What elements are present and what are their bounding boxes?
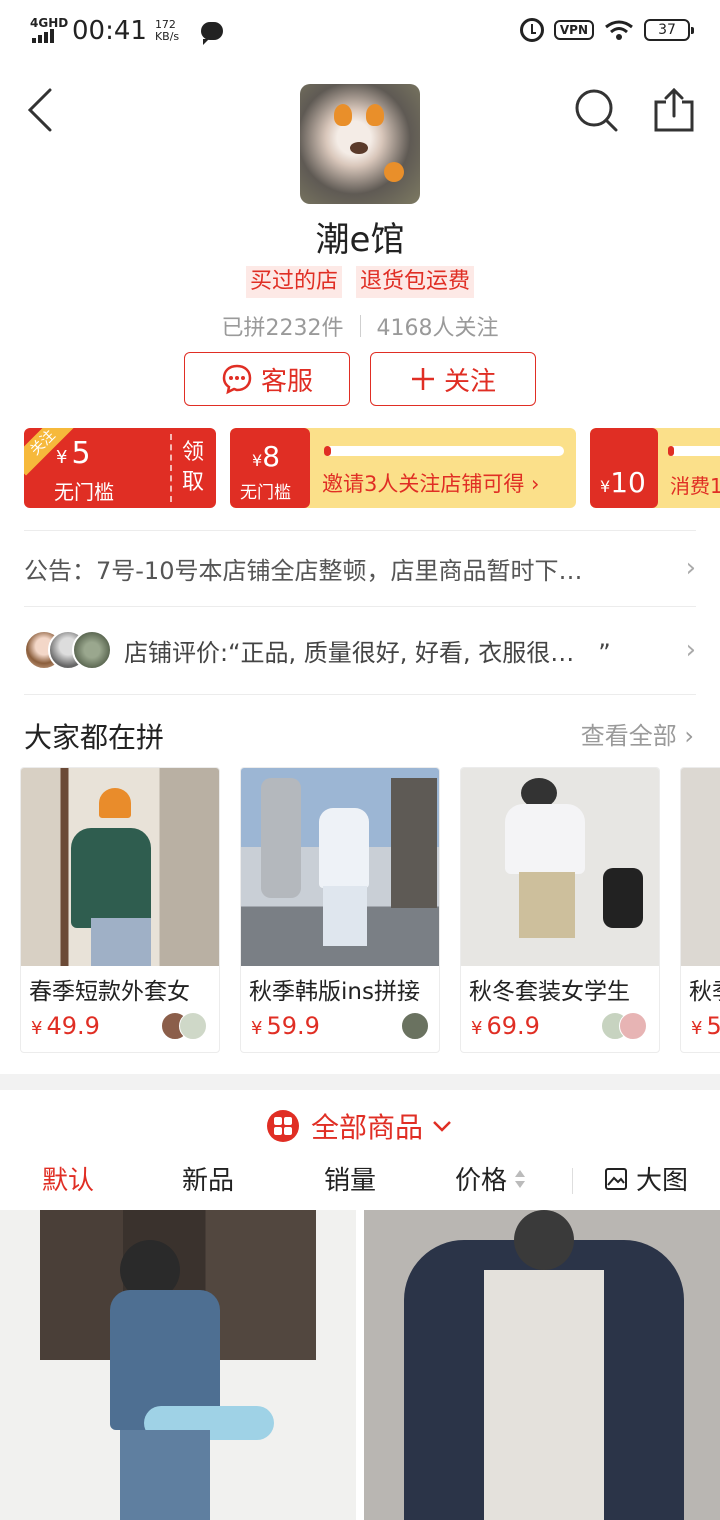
follow-label: 关注	[443, 366, 496, 397]
tab-sales[interactable]: 销量	[324, 1160, 376, 1197]
buyer-avatars	[601, 1012, 649, 1040]
follow-button[interactable]: 关注	[370, 352, 536, 406]
network-speed: 172 KB/s	[155, 19, 191, 43]
product-price: ¥49.9	[31, 1012, 100, 1040]
search-button[interactable]	[574, 88, 618, 132]
avatar	[72, 630, 112, 670]
clock: 00:41	[72, 16, 147, 46]
product-image	[681, 768, 720, 966]
shop-stats: 已拼2232件 4168人关注	[0, 310, 720, 342]
coupon-invite-8[interactable]: ¥8 无门槛 邀请3人关注店铺可得 ›	[230, 428, 576, 508]
claim-button[interactable]: 领取	[180, 438, 206, 498]
sort-arrows-icon	[515, 1169, 526, 1188]
group-buy-list: 春季短款外套女 ¥49.9 秋季韩版ins拼接 ¥59.9 秋冬套装女学生 ¥6…	[20, 767, 720, 1053]
product-grid	[0, 1210, 720, 1520]
product-title: 秋冬套装女学生	[469, 979, 630, 1005]
coupon-invite-text: 邀请3人关注店铺可得 ›	[322, 472, 540, 496]
product-image	[241, 768, 439, 966]
product-price: ¥5	[691, 1012, 720, 1040]
image-icon	[605, 1167, 627, 1190]
status-bar: 4GHD 00:41 172 KB/s VPN 37	[0, 0, 720, 64]
product-card[interactable]	[364, 1210, 720, 1520]
buyer-avatars	[161, 1012, 209, 1040]
customer-service-label: 客服	[260, 366, 313, 397]
shop-name: 潮e馆	[315, 220, 405, 260]
speed-unit: KB/s	[154, 30, 180, 43]
product-title: 秋季韩版ins拼接	[249, 979, 420, 1005]
battery-icon: 37	[644, 19, 694, 41]
tab-big-image-label: 大图	[636, 1166, 689, 1196]
group-buy-item[interactable]: 秋季韩版ins拼接 ¥59.9	[240, 767, 440, 1053]
sold-count: 已拼2232件	[221, 316, 344, 341]
product-image	[21, 768, 219, 966]
group-buy-item[interactable]: 春季短款外套女 ¥49.9	[20, 767, 220, 1053]
see-all-link[interactable]: 查看全部 ›	[581, 716, 694, 751]
coupon-amount: ¥10	[600, 466, 646, 499]
sort-tabs: 默认 新品 销量 价格 大图	[0, 1160, 720, 1204]
group-buy-item[interactable]: 秋季 ¥5	[680, 767, 720, 1053]
network-type: 4GHD	[30, 16, 69, 30]
coupon-list: 关注 ¥5 无门槛 领取 ¥8 无门槛 邀请3人关注店铺可得 › ¥10 消费1	[24, 428, 720, 508]
product-card[interactable]	[0, 1210, 356, 1520]
chevron-right-icon: ›	[685, 635, 696, 665]
vpn-icon: VPN	[553, 20, 594, 40]
shop-notice[interactable]: 公告：7号-10号本店铺全店整顿，店里商品暂时下… ›	[24, 548, 696, 588]
group-buy-title: 大家都在拼	[24, 721, 165, 754]
alarm-icon	[519, 18, 544, 42]
all-goods-label: 全部商品	[310, 1111, 423, 1144]
tab-big-image[interactable]: 大图	[604, 1160, 688, 1197]
coupon-progress-bar	[324, 446, 564, 456]
tag-free-return-shipping: 退货包运费	[356, 266, 475, 298]
product-title: 春季短款外套女	[29, 979, 190, 1005]
cellular-signal-icon: 4GHD	[30, 17, 68, 45]
product-image	[461, 768, 659, 966]
coupon-spend-10[interactable]: ¥10 消费1	[590, 428, 720, 508]
battery-level: 37	[658, 22, 676, 38]
coupon-desc: 无门槛	[54, 480, 114, 504]
coupon-desc: 无门槛	[240, 483, 291, 503]
shop-avatar[interactable]	[300, 84, 420, 204]
wifi-icon	[605, 20, 633, 40]
tag-purchased-store: 买过的店	[245, 266, 342, 298]
tab-price[interactable]: 价格	[455, 1160, 527, 1197]
shop-review[interactable]: 店铺评价:“正品, 质量很好, 好看, 衣服很… ” ›	[24, 628, 696, 672]
buyer-avatars	[381, 1012, 429, 1040]
chat-bubble-icon	[222, 364, 252, 395]
category-grid-icon	[266, 1110, 299, 1142]
tab-default[interactable]: 默认	[42, 1160, 94, 1197]
share-button[interactable]	[652, 86, 696, 134]
group-buy-item[interactable]: 秋冬套装女学生 ¥69.9	[460, 767, 660, 1053]
section-divider	[0, 1074, 720, 1090]
product-price: ¥59.9	[251, 1012, 320, 1040]
review-text: 店铺评价:“正品, 质量很好, 好看, 衣服很… ”	[124, 638, 611, 667]
chevron-down-icon	[433, 1121, 451, 1132]
coupon-amount: ¥5	[56, 436, 91, 471]
plus-icon	[411, 368, 434, 390]
coupon-spend-text: 消费1	[670, 474, 720, 498]
reviewer-avatars	[24, 630, 116, 670]
chevron-right-icon: ›	[685, 553, 696, 583]
message-notification-icon	[200, 22, 223, 45]
customer-service-button[interactable]: 客服	[184, 352, 350, 406]
notice-text: 公告：7号-10号本店铺全店整顿，店里商品暂时下…	[24, 556, 583, 585]
follower-count: 4168人关注	[376, 316, 499, 341]
coupon-follow-5[interactable]: 关注 ¥5 无门槛 领取	[24, 428, 216, 508]
tab-new[interactable]: 新品	[182, 1160, 234, 1197]
shop-tags: 买过的店 退货包运费	[0, 266, 720, 298]
product-price: ¥69.9	[471, 1012, 540, 1040]
all-goods-dropdown[interactable]: 全部商品	[0, 1106, 720, 1146]
product-title: 秋季	[689, 979, 720, 1005]
coupon-progress-bar	[668, 446, 720, 456]
coupon-amount: ¥8	[252, 440, 281, 473]
back-button[interactable]	[24, 86, 64, 134]
tab-price-label: 价格	[455, 1166, 508, 1196]
